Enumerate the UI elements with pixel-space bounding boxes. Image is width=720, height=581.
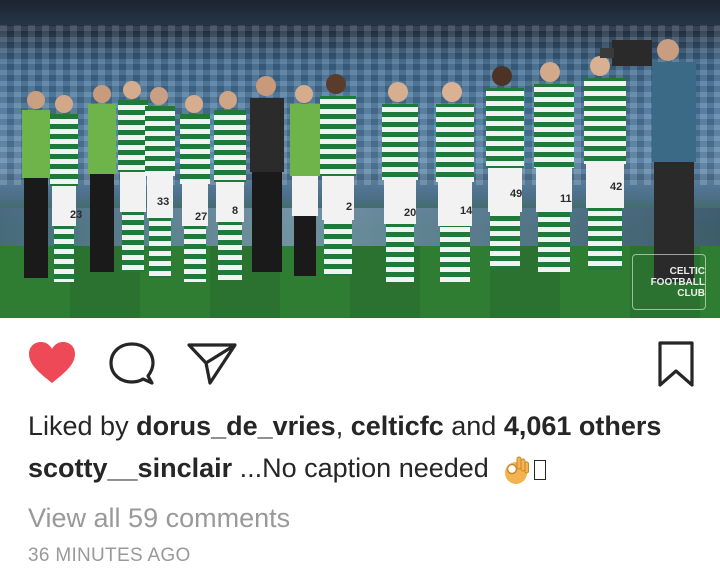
jersey-number: 20 <box>404 207 416 219</box>
likes-summary[interactable]: Liked by dorus_de_vries, celticfc and 4,… <box>28 408 661 444</box>
jersey-number: 27 <box>195 211 207 223</box>
club-crest-watermark: CELTIC FOOTBALL CLUB <box>632 254 706 310</box>
jersey-number: 14 <box>460 205 473 217</box>
send-paper-plane-icon[interactable] <box>186 342 238 386</box>
player-figures <box>22 39 696 282</box>
view-all-comments-link[interactable]: View all 59 comments <box>28 500 290 536</box>
jersey-number: 42 <box>610 181 622 193</box>
jersey-number: 11 <box>560 193 572 205</box>
ok-hand-emoji-icon <box>505 456 530 484</box>
post-caption: scotty__sinclair ...No caption needed <box>28 450 547 486</box>
post-photo[interactable]: 23 33 27 8 2 20 14 49 11 42 CELTIC FOOTBALL CLUB <box>0 0 720 318</box>
comment-bubble-icon[interactable] <box>108 342 156 386</box>
likes-middle: and <box>443 411 504 441</box>
likes-prefix: Liked by <box>28 411 137 441</box>
jersey-number: 49 <box>510 188 522 200</box>
bookmark-icon[interactable] <box>656 340 696 388</box>
likes-separator: , <box>335 411 351 441</box>
caption-text: ...No caption needed <box>232 453 489 483</box>
jersey-number: 23 <box>70 209 82 221</box>
heart-filled-icon[interactable] <box>28 341 76 385</box>
liked-by-user-2[interactable]: celticfc <box>351 411 444 441</box>
jersey-number: 2 <box>346 201 352 213</box>
liked-by-user-1[interactable]: dorus_de_vries <box>136 411 336 441</box>
players-group: 23 33 27 8 2 20 14 49 11 42 <box>22 39 696 282</box>
jersey-number: 8 <box>232 205 238 217</box>
watermark-text: CELTIC FOOTBALL CLUB <box>650 265 705 299</box>
caption-username[interactable]: scotty__sinclair <box>28 453 232 483</box>
likes-others-count[interactable]: 4,061 others <box>504 411 662 441</box>
jersey-number: 33 <box>157 196 169 208</box>
post-timestamp: 36 MINUTES AGO <box>28 545 191 566</box>
missing-glyph-icon <box>534 459 547 480</box>
